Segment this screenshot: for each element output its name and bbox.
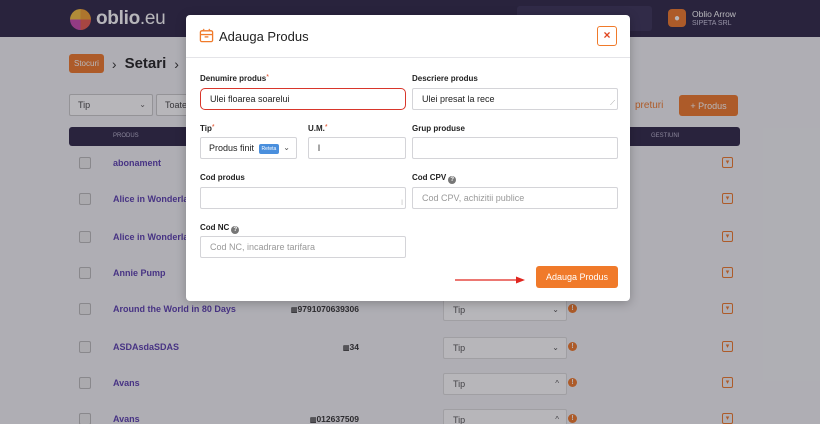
tip-label: Tip* <box>200 124 215 133</box>
help-icon[interactable]: ? <box>448 176 457 184</box>
grup-label: Grup produse <box>412 124 465 133</box>
box-icon <box>199 28 214 43</box>
um-input[interactable]: l <box>308 137 406 159</box>
descriere-label: Descriere produs <box>412 74 478 83</box>
adauga-produs-button[interactable]: Adauga Produs <box>536 266 618 288</box>
reteta-badge: Reteta <box>258 144 280 154</box>
cod-produs-input[interactable]: ǀ <box>200 187 406 209</box>
cod-cpv-input[interactable]: Cod CPV, achizitii publice <box>412 187 618 209</box>
cod-nc-label: Cod NC? <box>200 223 240 234</box>
descriere-value: Ulei presat la rece <box>422 94 495 104</box>
tip-select[interactable]: Produs finit Reteta ⌄ <box>200 137 297 159</box>
denumire-label: Denumire produs* <box>200 74 269 83</box>
help-icon[interactable]: ? <box>231 226 240 234</box>
um-label: U.M.* <box>308 124 328 133</box>
annotation-arrow-icon <box>455 276 525 284</box>
modal-header: Adauga Produs × <box>186 15 630 58</box>
chevron-down-icon: ⌄ <box>283 143 290 152</box>
resize-handle-icon[interactable]: ⟋ <box>610 100 615 108</box>
descriere-textarea[interactable]: Ulei presat la rece ⟋ <box>412 88 618 110</box>
cod-nc-input[interactable]: Cod NC, incadrare tarifara <box>200 236 406 258</box>
add-product-modal: Adauga Produs × Denumire produs* Ulei fl… <box>186 15 630 301</box>
barcode-icon: ǀ <box>401 200 403 207</box>
close-button[interactable]: × <box>597 26 617 46</box>
denumire-input[interactable]: Ulei floarea soarelui <box>200 88 406 110</box>
cod-produs-label: Cod produs <box>200 173 245 182</box>
modal-title: Adauga Produs <box>219 29 309 44</box>
cod-cpv-label: Cod CPV? <box>412 173 457 184</box>
tip-value: Produs finit <box>209 143 255 153</box>
grup-select[interactable] <box>412 137 618 159</box>
